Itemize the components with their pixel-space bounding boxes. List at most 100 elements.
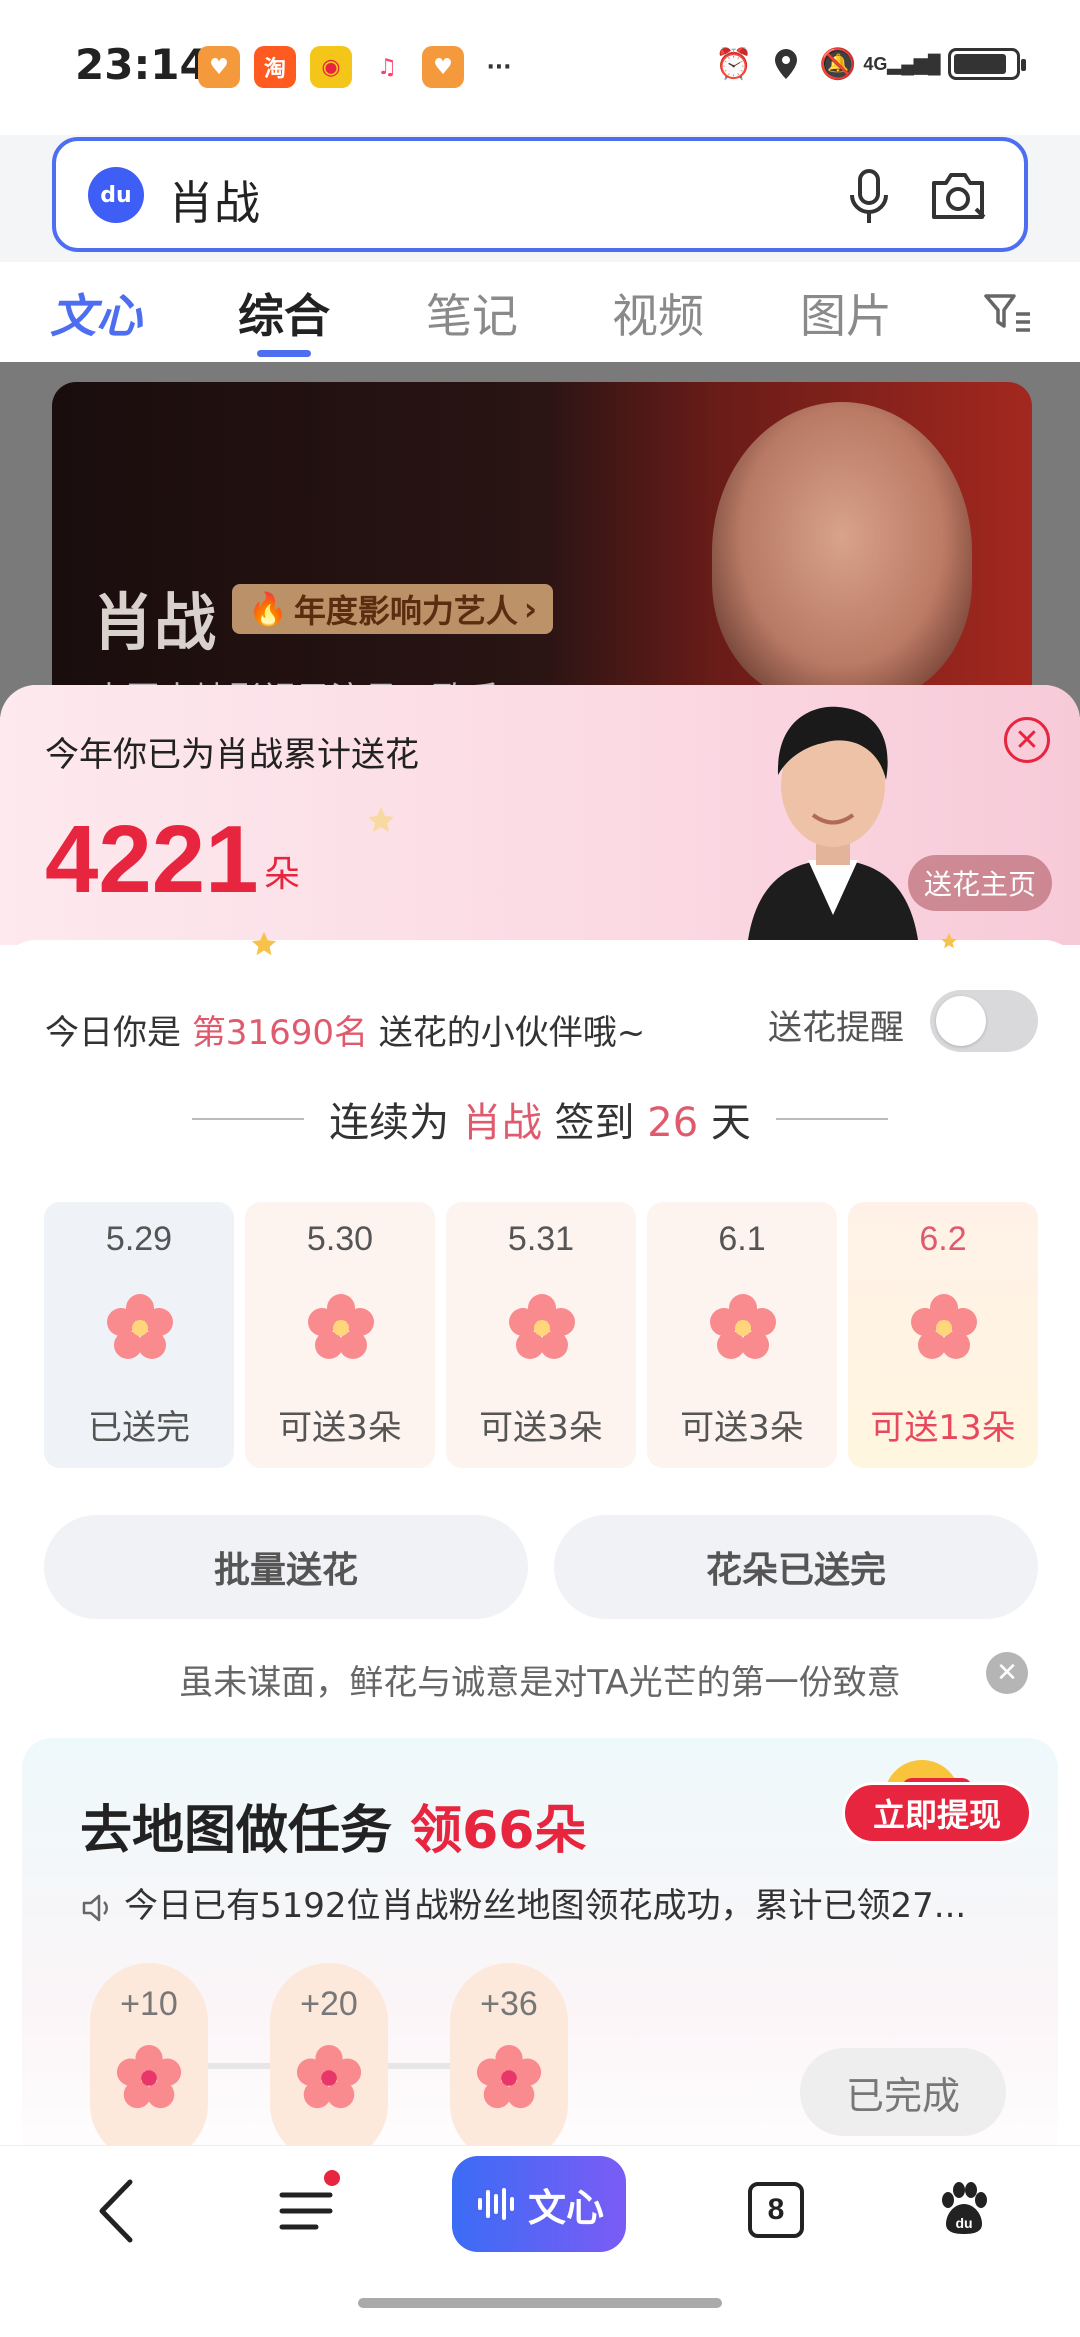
- flower-reminder-label: 送花提醒: [768, 1008, 904, 1048]
- filter-icon[interactable]: [982, 290, 1032, 334]
- task-title: 去地图做任务 领66朵: [80, 1788, 587, 1863]
- encouragement-quote: 虽未谋面，鲜花与诚意是对TA光芒的第一份致意: [179, 1663, 901, 1703]
- baidu-paw-icon[interactable]: du: [934, 2178, 994, 2238]
- day-date: 6.1: [718, 1220, 766, 1258]
- day-date: 5.30: [306, 1220, 374, 1258]
- close-sheet-button[interactable]: ✕: [1004, 717, 1050, 763]
- streak-suffix: 天: [710, 1100, 751, 1146]
- day-status: 可送3朵: [278, 1408, 402, 1448]
- day-date: 5.31: [507, 1220, 575, 1258]
- status-bar: 23:14 ♥ 淘 ◉ ♫ ♥ ··· ⏰ 🔕 4G ▂▄▆█: [0, 0, 1080, 135]
- sheet-header: 今年你已为肖战累计送花 4221 朵 ✕ 送花主页: [0, 685, 1080, 945]
- day-card[interactable]: 5.29 已送完: [44, 1202, 234, 1468]
- network-type: 4G: [863, 53, 888, 74]
- status-time: 23:14: [75, 40, 209, 89]
- streak-mid: 签到: [554, 1100, 635, 1146]
- sheet-heading: 今年你已为肖战累计送花: [45, 735, 419, 775]
- day-card-today[interactable]: 6.2 可送13朵: [848, 1202, 1038, 1468]
- wenxin-assistant-button[interactable]: 文心: [452, 2156, 626, 2252]
- day-card[interactable]: 5.30 可送3朵: [245, 1202, 435, 1468]
- influence-tag[interactable]: 🔥 年度影响力艺人 ›: [232, 584, 554, 634]
- tab-wenxin[interactable]: 文心: [50, 280, 142, 346]
- reward-step[interactable]: +20: [270, 1963, 388, 2145]
- star-decoration-icon: [251, 931, 277, 956]
- batch-send-button[interactable]: 批量送花: [44, 1515, 528, 1619]
- streak-name: 肖战: [461, 1100, 542, 1146]
- wenxin-label: 文心: [527, 2185, 604, 2230]
- star-decoration-icon: [941, 933, 957, 949]
- flower-icon: [116, 2044, 182, 2109]
- notification-icons: ♥ 淘 ◉ ♫ ♥ ···: [198, 46, 520, 88]
- more-notifications-icon: ···: [486, 54, 512, 80]
- daily-rank-text: 今日你是 第31690名 送花的小伙伴哦~: [45, 1005, 645, 1054]
- flower-gift-sheet: 今年你已为肖战累计送花 4221 朵 ✕ 送花主页 今日你是 第31690名 送…: [0, 685, 1080, 2145]
- system-icons: ⏰ 🔕 4G ▂▄▆█: [715, 46, 1026, 82]
- reward-amount: +20: [300, 1985, 358, 2023]
- day-status: 可送3朵: [680, 1408, 804, 1448]
- reward-amount: +10: [120, 1985, 178, 2023]
- flower-icon: [911, 1294, 977, 1359]
- celebrity-banner[interactable]: 肖战 🔥 年度影响力艺人 › 中国内地影视男演员、歌手: [52, 382, 1032, 712]
- day-date: 5.29: [105, 1220, 173, 1258]
- influence-tag-label: 年度影响力艺人: [293, 592, 518, 630]
- tabs-count-icon[interactable]: 8: [748, 2182, 804, 2238]
- flower-icon: [710, 1294, 776, 1359]
- tab-notes[interactable]: 笔记: [426, 280, 518, 346]
- flower-reminder-toggle[interactable]: [930, 990, 1038, 1052]
- progress-connector: [208, 2063, 274, 2069]
- close-quote-button[interactable]: ✕: [986, 1652, 1028, 1694]
- map-task-card[interactable]: 去地图做任务 领66朵 立即提现 今日已有5192位肖战粉丝地图领花成功，累计已…: [22, 1738, 1058, 2145]
- task-description-text: 今日已有5192位肖战粉丝地图领花成功，累计已领27...: [124, 1886, 967, 1926]
- day-status: 可送3朵: [479, 1408, 603, 1448]
- camera-search-icon[interactable]: [928, 169, 988, 223]
- rank-suffix: 送花的小伙伴哦~: [378, 1013, 646, 1053]
- day-card[interactable]: 5.31 可送3朵: [446, 1202, 636, 1468]
- mute-icon: 🔕: [819, 46, 857, 82]
- weibo-app-icon: ◉: [310, 46, 352, 88]
- streak-days: 26: [647, 1100, 699, 1146]
- sheet-body: 今日你是 第31690名 送花的小伙伴哦~ 送花提醒 连续为 肖战 签到 26 …: [0, 931, 1080, 2145]
- microphone-icon[interactable]: [844, 167, 894, 227]
- tab-videos[interactable]: 视频: [612, 280, 704, 346]
- heart-app-icon-2: ♥: [422, 46, 464, 88]
- search-input[interactable]: 肖战: [168, 167, 260, 233]
- celebrity-photo: [712, 402, 972, 702]
- search-tabs: 文心 综合 笔记 视频 图片: [0, 262, 1080, 362]
- reward-step[interactable]: +10: [90, 1963, 208, 2145]
- flower-unit: 朵: [264, 854, 301, 895]
- day-status: 已送完: [88, 1408, 190, 1448]
- bottom-navigation: 文心 8 du: [0, 2145, 1080, 2337]
- flower-home-button[interactable]: 送花主页: [908, 855, 1052, 911]
- progress-connector: [388, 2063, 454, 2069]
- streak-prefix: 连续为: [329, 1100, 450, 1146]
- speaker-icon: [82, 1894, 108, 1921]
- divider-line: [776, 1118, 888, 1120]
- reward-step[interactable]: +36: [450, 1963, 568, 2145]
- back-arrow-icon[interactable]: [92, 2176, 142, 2246]
- search-box[interactable]: du 肖战: [52, 137, 1028, 252]
- notification-dot: [324, 2170, 340, 2186]
- voice-wave-icon: [477, 2188, 514, 2220]
- tab-images[interactable]: 图片: [800, 280, 892, 346]
- menu-icon[interactable]: [276, 2181, 336, 2241]
- alarm-icon: ⏰: [715, 46, 753, 82]
- task-completed-button[interactable]: 已完成: [800, 2048, 1006, 2136]
- banner-title: 肖战: [92, 586, 217, 659]
- daily-flower-list: 5.29 已送完 5.30 可送3朵 5.31 可送3朵 6.1 可送3朵 6.…: [44, 1202, 1040, 1468]
- baidu-paw-icon: du: [88, 167, 144, 223]
- task-title-highlight: 领66朵: [410, 1801, 587, 1861]
- fire-icon: 🔥: [248, 590, 288, 628]
- taobao-app-icon: 淘: [254, 46, 296, 88]
- star-decoration-icon: [368, 807, 394, 832]
- svg-text:du: du: [955, 2215, 972, 2231]
- withdraw-now-button[interactable]: 立即提现: [842, 1782, 1032, 1844]
- rank-number: 第31690名: [191, 1013, 368, 1053]
- checkin-streak: 连续为 肖战 签到 26 天: [0, 1090, 1080, 1148]
- day-card[interactable]: 6.1 可送3朵: [647, 1202, 837, 1468]
- tab-comprehensive[interactable]: 综合: [238, 280, 330, 346]
- flower-count: 4221: [45, 806, 259, 913]
- location-icon: [768, 46, 804, 82]
- home-indicator[interactable]: [358, 2298, 722, 2308]
- heart-app-icon: ♥: [198, 46, 240, 88]
- flowers-sent-out-button[interactable]: 花朵已送完: [554, 1515, 1038, 1619]
